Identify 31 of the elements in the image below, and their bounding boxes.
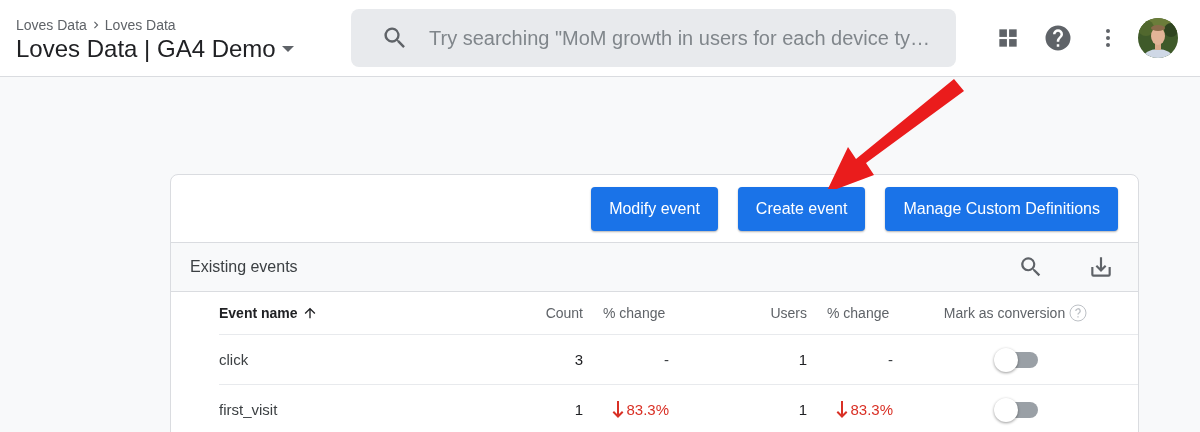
column-header[interactable]: Mark as conversion (943, 305, 1066, 321)
arrow-down-icon (836, 400, 849, 419)
column-header[interactable]: Count (545, 305, 583, 321)
conversion-toggle[interactable] (993, 397, 1038, 422)
dropdown-caret-icon (281, 46, 294, 52)
breadcrumb-link[interactable]: Loves Data (16, 17, 87, 33)
action-button[interactable]: Manage Custom Definitions (885, 187, 1118, 231)
users-value: 1 (798, 401, 807, 418)
conversion-toggle[interactable] (993, 347, 1038, 372)
breadcrumb-link[interactable]: Loves Data (104, 17, 176, 33)
property-selector[interactable]: Loves Data | GA4 Demo (16, 35, 294, 63)
change-value: 83.3% (850, 401, 893, 418)
action-button[interactable]: Modify event (591, 187, 718, 231)
event-name: first_visit (219, 401, 278, 418)
download-icon[interactable] (1088, 254, 1114, 280)
change-value: - (664, 351, 669, 368)
count-value: 1 (574, 401, 583, 418)
arrow-down-icon (612, 400, 625, 419)
action-button[interactable]: Create event (737, 187, 866, 231)
column-header[interactable]: % change (827, 305, 890, 321)
users-value: 1 (798, 351, 807, 368)
count-value: 3 (574, 351, 583, 368)
search-field[interactable]: Try searching "MoM growth in users for each device ty… (351, 9, 956, 67)
change-value: 83.3% (626, 401, 669, 418)
column-header[interactable]: Event name (219, 305, 298, 321)
section-title: Existing events (190, 258, 299, 276)
help-icon[interactable] (1043, 23, 1073, 53)
change-value: - (888, 351, 893, 368)
column-header[interactable]: Users (770, 305, 807, 321)
column-header[interactable]: % change (603, 305, 666, 321)
event-name: click (219, 351, 249, 368)
